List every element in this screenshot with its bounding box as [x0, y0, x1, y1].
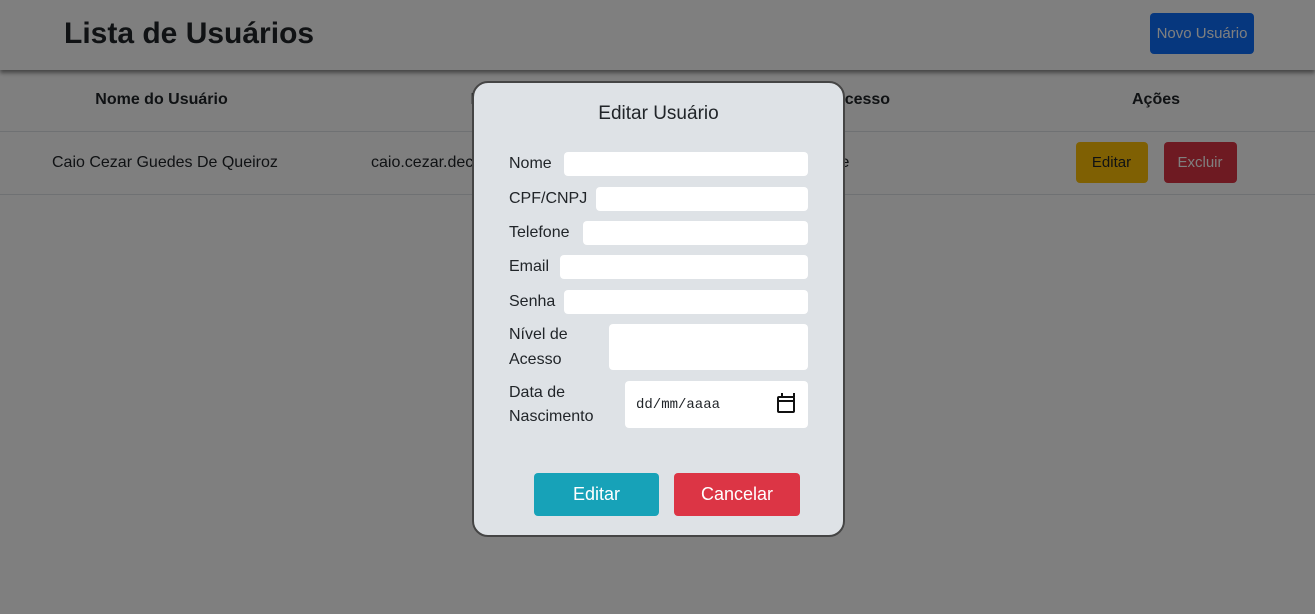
- label-nivel-acesso-line2: Acesso: [509, 351, 562, 368]
- label-email: Email: [509, 258, 550, 275]
- data-nascimento-input[interactable]: dd/mm/aaaa: [625, 381, 808, 428]
- email-input[interactable]: [560, 255, 808, 279]
- label-nome: Nome: [509, 155, 552, 172]
- label-nivel-acesso-line1: Nível de: [509, 326, 568, 343]
- edit-user-modal: Editar Usuário Nome CPF/CNPJ Telefone Em…: [472, 81, 845, 537]
- label-telefone: Telefone: [509, 224, 570, 241]
- cpf-cnpj-input[interactable]: [596, 187, 808, 211]
- date-placeholder: dd/mm/aaaa: [636, 396, 721, 413]
- label-cpf-cnpj: CPF/CNPJ: [509, 190, 588, 207]
- label-data-nascimento-line1: Data de: [509, 384, 566, 401]
- nivel-acesso-input[interactable]: [609, 324, 808, 370]
- calendar-icon[interactable]: [777, 393, 795, 413]
- modal-cancel-button[interactable]: Cancelar: [674, 473, 800, 516]
- label-senha: Senha: [509, 293, 556, 310]
- label-data-nascimento-line2: Nascimento: [509, 408, 594, 425]
- modal-edit-button[interactable]: Editar: [534, 473, 659, 516]
- nome-input[interactable]: [564, 152, 808, 176]
- telefone-input[interactable]: [583, 221, 808, 245]
- modal-title: Editar Usuário: [598, 103, 719, 124]
- senha-input[interactable]: [564, 290, 808, 314]
